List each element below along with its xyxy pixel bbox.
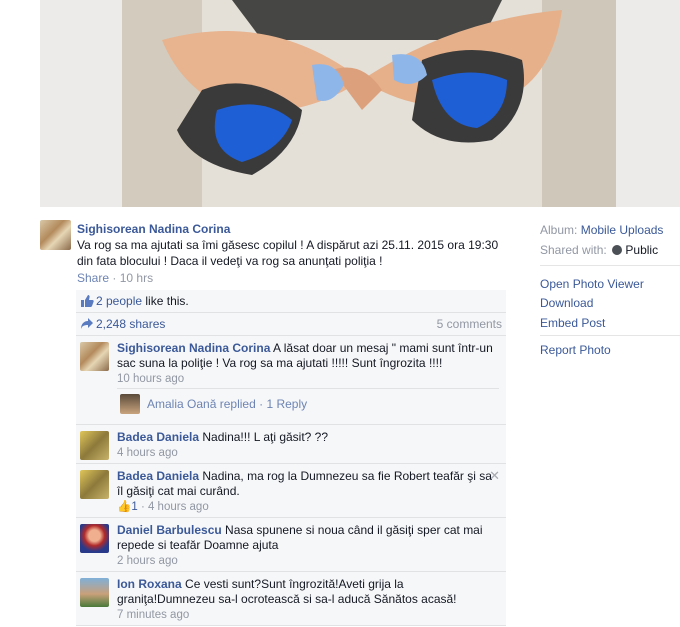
avatar[interactable]: [80, 431, 109, 460]
comment-time[interactable]: 4 hours ago: [148, 501, 209, 513]
album-link[interactable]: Mobile Uploads: [581, 223, 664, 237]
likes-suffix: like this.: [145, 294, 189, 308]
comment-body: Sighisorean Nadina Corina A lăsat doar u…: [117, 341, 497, 387]
post-author[interactable]: Sighisorean Nadina Corina: [77, 222, 230, 236]
comment-item: Badea Daniela Nadina, ma rog la Dumnezeu…: [76, 464, 506, 518]
comment-time[interactable]: 4 hours ago: [117, 446, 497, 461]
privacy-row: Shared with: Public: [540, 243, 658, 257]
comment-meta: 👍1 · 4 hours ago: [117, 500, 497, 515]
comment-author[interactable]: Sighisorean Nadina Corina: [117, 341, 270, 355]
avatar[interactable]: [80, 524, 109, 553]
likes-count-link[interactable]: 2 people: [96, 294, 142, 308]
comment-item: Ion Roxana Ce vesti sunt?Sunt îngrozită!…: [76, 572, 506, 626]
likes-row: 2 people like this.: [76, 290, 506, 313]
reply-action: replied: [219, 397, 256, 411]
post-photo[interactable]: [122, 0, 616, 207]
comment-author[interactable]: Badea Daniela: [117, 430, 199, 444]
sidebar-divider: [540, 265, 680, 266]
share-link[interactable]: Share: [77, 271, 109, 285]
avatar[interactable]: [80, 578, 109, 607]
album-row: Album: Mobile Uploads: [540, 223, 663, 237]
like-icon: [81, 295, 94, 307]
post-time[interactable]: 10 hrs: [120, 271, 153, 285]
sidebar-divider: [540, 335, 680, 336]
comment-body: Daniel Barbulescu Nasa spunene si noua c…: [117, 523, 497, 569]
comment-time[interactable]: 10 hours ago: [117, 372, 497, 387]
comment-item: Badea Daniela Nadina!!! L aţi găsit? ?? …: [76, 425, 506, 464]
embed-post-link[interactable]: Embed Post: [540, 316, 605, 330]
meta-separator: ·: [140, 501, 148, 513]
globe-icon: [612, 245, 623, 255]
comment-author[interactable]: Ion Roxana: [117, 577, 182, 591]
reply-divider: [117, 388, 499, 389]
avatar[interactable]: [80, 342, 109, 371]
post-meta: Share · 10 hrs: [77, 271, 153, 285]
reply-author[interactable]: Amalia Oană: [147, 397, 216, 411]
comment-author[interactable]: Badea Daniela: [117, 469, 199, 483]
shares-link[interactable]: 2,248 shares: [96, 317, 165, 331]
reply-separator: ·: [259, 397, 264, 411]
comment-body: Ion Roxana Ce vesti sunt?Sunt îngrozită!…: [117, 577, 497, 623]
comment-time[interactable]: 7 minutes ago: [117, 608, 497, 623]
post-text: Va rog sa ma ajutati sa îmi găsesc copil…: [77, 238, 499, 268]
avatar[interactable]: [120, 394, 140, 414]
meta-separator: ·: [112, 271, 120, 285]
album-label: Album:: [540, 223, 578, 237]
like-icon[interactable]: 👍: [117, 501, 131, 513]
ufi-bar: 2 people like this. 2,248 shares 5 comme…: [76, 290, 506, 336]
comment-author[interactable]: Daniel Barbulescu: [117, 523, 222, 537]
download-link[interactable]: Download: [540, 296, 593, 310]
reply-summary[interactable]: Amalia Oană replied · 1 Reply: [147, 397, 307, 411]
comment-item: Sighisorean Nadina Corina A lăsat doar u…: [76, 336, 506, 425]
privacy-value[interactable]: Public: [625, 243, 658, 257]
open-photo-viewer-link[interactable]: Open Photo Viewer: [540, 277, 644, 291]
photo-stage: [40, 0, 680, 207]
photo-illustration: [122, 0, 616, 207]
shares-row: 2,248 shares 5 comments: [76, 313, 506, 336]
share-icon: [81, 318, 93, 329]
comment-text: Nadina!!! L aţi găsit? ??: [202, 430, 329, 444]
likes-text: 2 people like this.: [96, 294, 189, 308]
reply-count[interactable]: 1 Reply: [266, 397, 307, 411]
comments-count[interactable]: 5 comments: [437, 317, 502, 331]
close-icon[interactable]: ✕: [489, 468, 500, 484]
comment-time[interactable]: 2 hours ago: [117, 554, 497, 569]
comment-likes[interactable]: 1: [131, 501, 137, 513]
comment-body: Badea Daniela Nadina!!! L aţi găsit? ?? …: [117, 430, 497, 461]
shared-label: Shared with:: [540, 243, 607, 257]
comment-item: Daniel Barbulescu Nasa spunene si noua c…: [76, 518, 506, 572]
report-photo-link[interactable]: Report Photo: [540, 343, 611, 357]
avatar[interactable]: [80, 470, 109, 499]
avatar[interactable]: [40, 220, 71, 250]
comment-body: Badea Daniela Nadina, ma rog la Dumnezeu…: [117, 469, 497, 515]
